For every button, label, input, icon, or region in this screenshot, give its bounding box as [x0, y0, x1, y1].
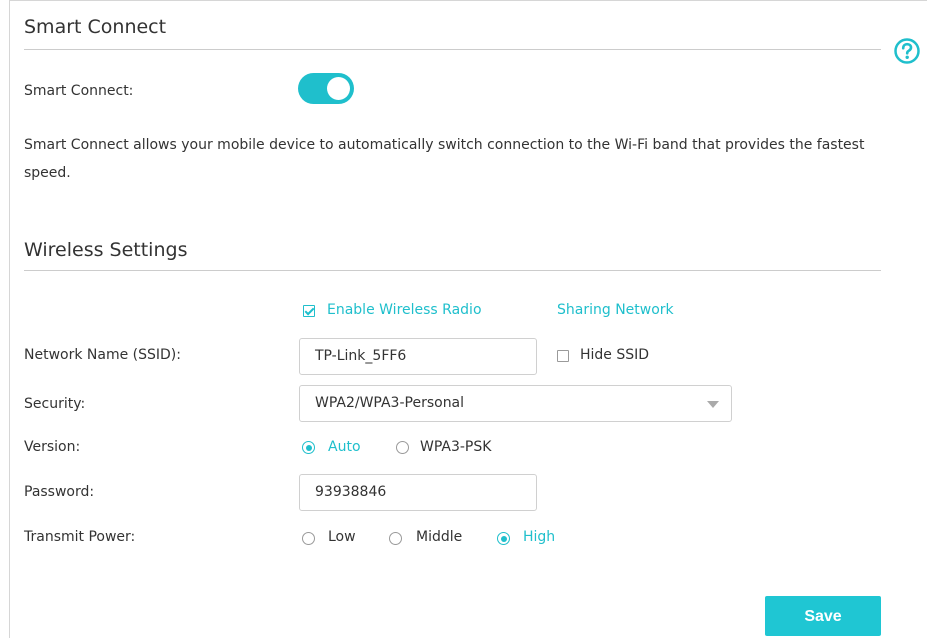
smart-connect-divider — [24, 49, 881, 50]
smart-connect-description: Smart Connect allows your mobile device … — [24, 137, 865, 181]
help-icon[interactable] — [893, 37, 921, 65]
wireless-settings-divider — [24, 270, 881, 271]
version-radio-auto[interactable] — [302, 441, 315, 454]
sharing-network-link[interactable]: Sharing Network — [557, 302, 674, 318]
version-label: Version: — [24, 439, 81, 455]
password-label: Password: — [24, 484, 95, 500]
smart-connect-label: Smart Connect: — [24, 83, 134, 99]
toggle-knob — [327, 77, 350, 100]
security-select[interactable]: WPA2/WPA3-Personal — [299, 385, 732, 422]
ssid-label: Network Name (SSID): — [24, 347, 181, 363]
save-button[interactable]: Save — [765, 596, 881, 636]
transmit-power-radio-middle[interactable] — [389, 532, 402, 545]
security-select-value: WPA2/WPA3-Personal — [315, 395, 465, 411]
security-label: Security: — [24, 396, 86, 412]
transmit-power-radio-low[interactable] — [302, 532, 315, 545]
ssid-input[interactable]: TP-Link_5FF6 — [299, 338, 537, 375]
transmit-power-label: Transmit Power: — [24, 529, 136, 545]
smart-connect-title: Smart Connect — [24, 16, 167, 38]
wireless-settings-title: Wireless Settings — [24, 239, 188, 261]
version-option-auto[interactable]: Auto — [328, 439, 361, 455]
hide-ssid-label[interactable]: Hide SSID — [580, 347, 649, 363]
transmit-power-option-low[interactable]: Low — [328, 529, 356, 545]
chevron-down-icon — [707, 401, 719, 408]
transmit-power-radio-high[interactable] — [497, 532, 510, 545]
version-radio-wpa3-psk[interactable] — [396, 441, 409, 454]
enable-wireless-radio-checkbox[interactable] — [303, 305, 315, 317]
password-input[interactable]: 93938846 — [299, 474, 537, 511]
enable-wireless-radio-label[interactable]: Enable Wireless Radio — [327, 302, 482, 318]
settings-panel — [9, 0, 927, 638]
hide-ssid-checkbox[interactable] — [557, 350, 569, 362]
transmit-power-option-middle[interactable]: Middle — [416, 529, 462, 545]
version-option-wpa3-psk[interactable]: WPA3-PSK — [420, 439, 491, 455]
smart-connect-toggle[interactable] — [298, 73, 354, 104]
transmit-power-option-high[interactable]: High — [523, 529, 555, 545]
